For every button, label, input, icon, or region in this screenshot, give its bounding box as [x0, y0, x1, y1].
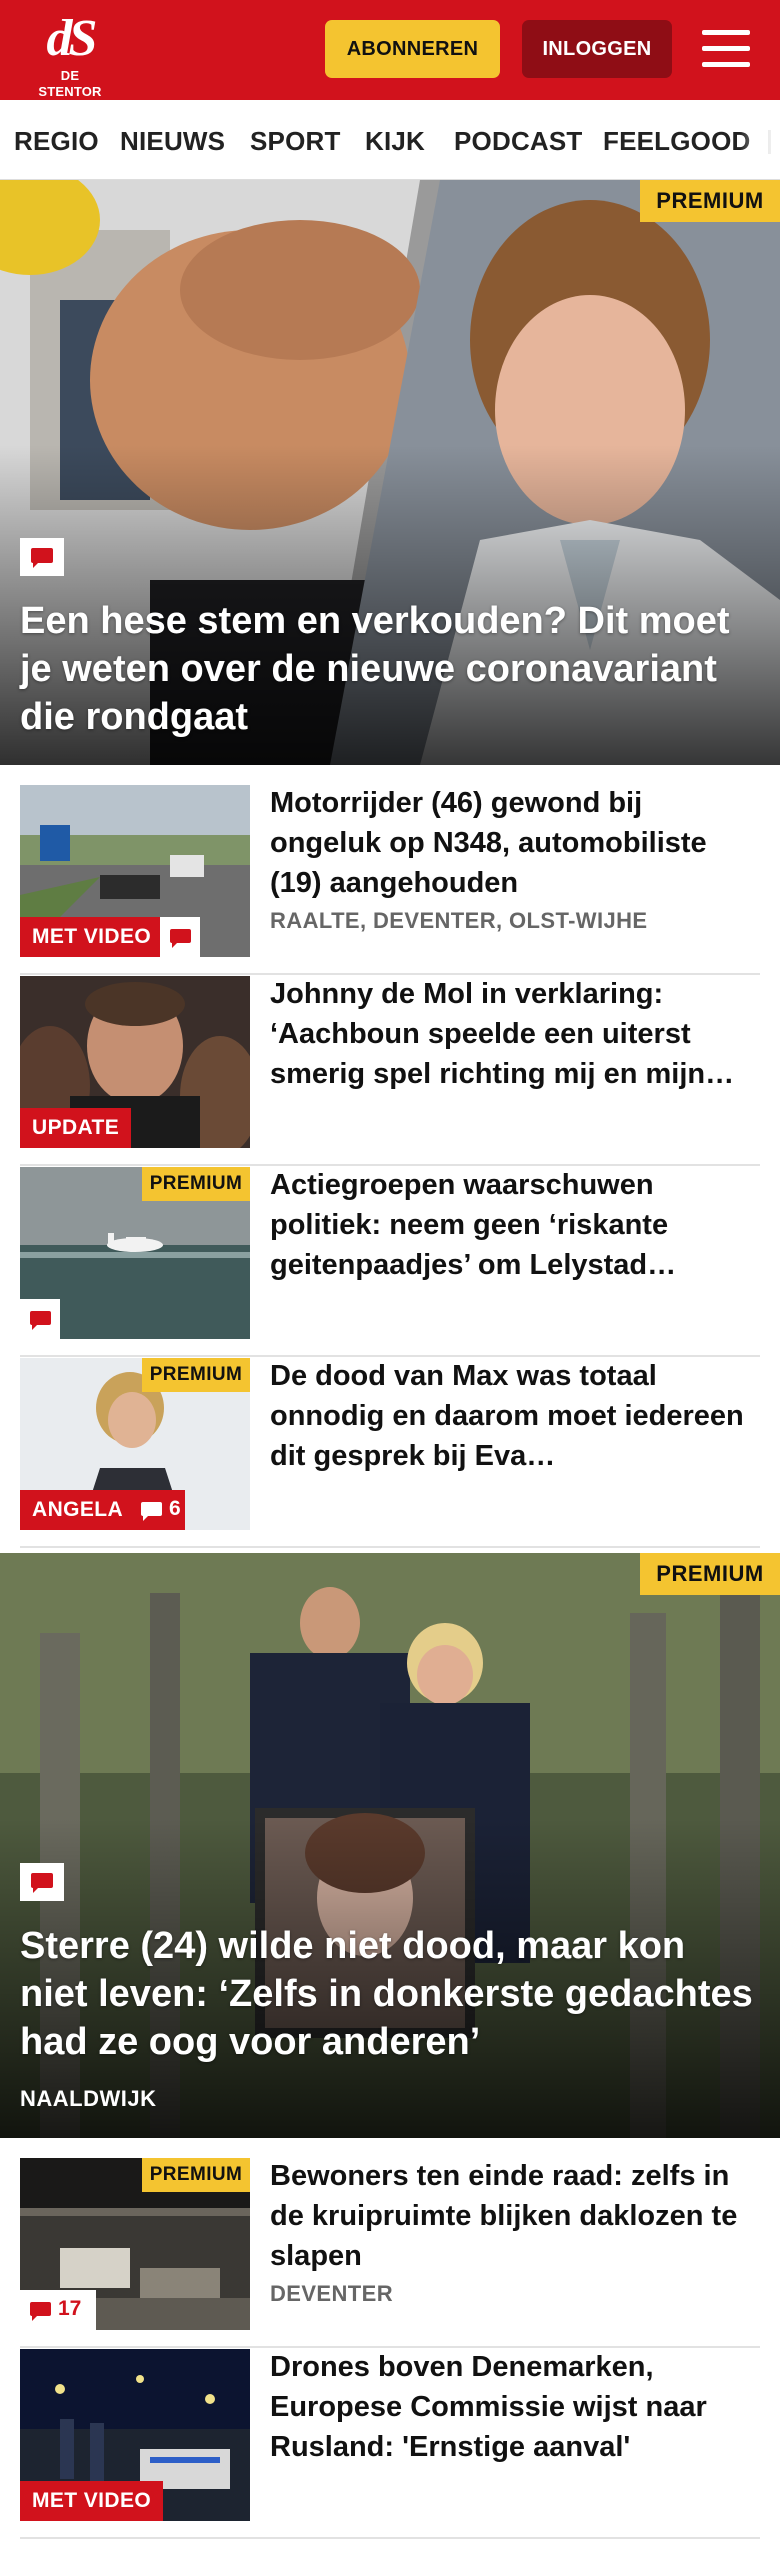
comment-count-box: 6	[135, 1490, 185, 1530]
comment-icon	[20, 1863, 64, 1901]
nav-item-regio[interactable]: REGIO	[14, 126, 99, 157]
comment-count-box: 17	[20, 2290, 96, 2330]
video-label: MET VIDEO	[20, 2481, 164, 2521]
login-button[interactable]: INLOGGEN	[522, 20, 672, 78]
article-thumbnail: MET VIDEO	[20, 785, 250, 957]
update-label: UPDATE	[20, 1108, 132, 1148]
comment-icon	[30, 2302, 51, 2316]
nav-item-feelgood[interactable]: FEELGOOD	[603, 126, 751, 157]
nav-item-podcast[interactable]: PODCAST	[454, 126, 583, 157]
article-thumbnail: MET VIDEO	[20, 2349, 250, 2521]
article-title: Drones boven Denemarken, Europese Commis…	[270, 2351, 707, 2463]
hero-title: Sterre (24) wilde niet dood, maar kon ni…	[20, 1925, 753, 2063]
logo-text: DE STENTOR	[38, 68, 102, 99]
comment-icon	[20, 538, 64, 576]
site-logo[interactable]: dS DE STENTOR	[30, 10, 110, 100]
article-title: Motorrijder (46) gewond bij ongeluk op N…	[270, 787, 707, 899]
nav-fade	[740, 100, 780, 179]
article-thumbnail: PREMIUM	[20, 1167, 250, 1339]
hamburger-menu-icon[interactable]	[700, 26, 752, 72]
article-row-drones[interactable]: MET VIDEO Drones boven Denemarken, Europ…	[20, 2349, 760, 2539]
article-title: De dood van Max was totaal onnodig en da…	[270, 1360, 744, 1472]
nav-item-nieuws[interactable]: NIEUWS	[120, 126, 225, 157]
comment-count: 6	[169, 1497, 181, 1520]
article-row-motorrijder[interactable]: MET VIDEO Motorrijder (46) gewond bij on…	[20, 785, 760, 975]
comment-count: 17	[58, 2297, 82, 2320]
article-title: Bewoners ten einde raad: zelfs in de kru…	[270, 2160, 738, 2272]
article-location: DEVENTER	[270, 2281, 393, 2306]
hero-article-sterre[interactable]: PREMIUM Sterre (24) wilde niet dood, maa…	[0, 1553, 780, 2138]
hero-title: Een hese stem en verkouden? Dit moet je …	[20, 600, 730, 738]
hero-article[interactable]: PREMIUM Een hese stem en verkouden? Dit …	[0, 180, 780, 765]
section-nav: REGIO NIEUWS SPORT KIJK PODCAST FEELGOOD	[0, 100, 780, 180]
article-row-max[interactable]: PREMIUM ANGELA 6 De dood van Max was tot…	[20, 1358, 760, 1548]
premium-badge: PREMIUM	[142, 1358, 250, 1392]
site-header: dS DE STENTOR ABONNEREN INLOGGEN	[0, 0, 780, 100]
article-location: RAALTE, DEVENTER, OLST-WIJHE	[270, 908, 648, 933]
nav-item-kijk[interactable]: KIJK	[365, 126, 425, 157]
article-title: Actiegroepen waarschuwen politiek: neem …	[270, 1169, 677, 1281]
article-location: NAALDWIJK	[20, 2086, 157, 2111]
angela-label: ANGELA	[20, 1490, 135, 1530]
video-label: MET VIDEO	[20, 917, 164, 957]
premium-badge: PREMIUM	[142, 2158, 250, 2192]
comment-icon	[141, 1502, 162, 1516]
article-title: Johnny de Mol in verklaring: ‘Aachboun s…	[270, 978, 735, 1090]
subscribe-button[interactable]: ABONNEREN	[325, 20, 500, 78]
article-thumbnail: UPDATE	[20, 976, 250, 1148]
article-thumbnail: PREMIUM ANGELA 6	[20, 1358, 250, 1530]
article-thumbnail: PREMIUM 17	[20, 2158, 250, 2330]
logo-mark: dS	[46, 10, 98, 67]
comment-icon	[160, 917, 200, 957]
article-row-lelystad[interactable]: PREMIUM Actiegroepen waarschuwen politie…	[20, 1167, 760, 1357]
article-row-daklozen[interactable]: PREMIUM 17 Bewoners ten einde raad: zelf…	[20, 2158, 760, 2348]
premium-badge: PREMIUM	[640, 1553, 780, 1595]
nav-item-sport[interactable]: SPORT	[250, 126, 341, 157]
article-row-johnny-de-mol[interactable]: UPDATE Johnny de Mol in verklaring: ‘Aac…	[20, 976, 760, 1166]
premium-badge: PREMIUM	[640, 180, 780, 222]
comment-icon	[20, 1299, 60, 1339]
premium-badge: PREMIUM	[142, 1167, 250, 1201]
